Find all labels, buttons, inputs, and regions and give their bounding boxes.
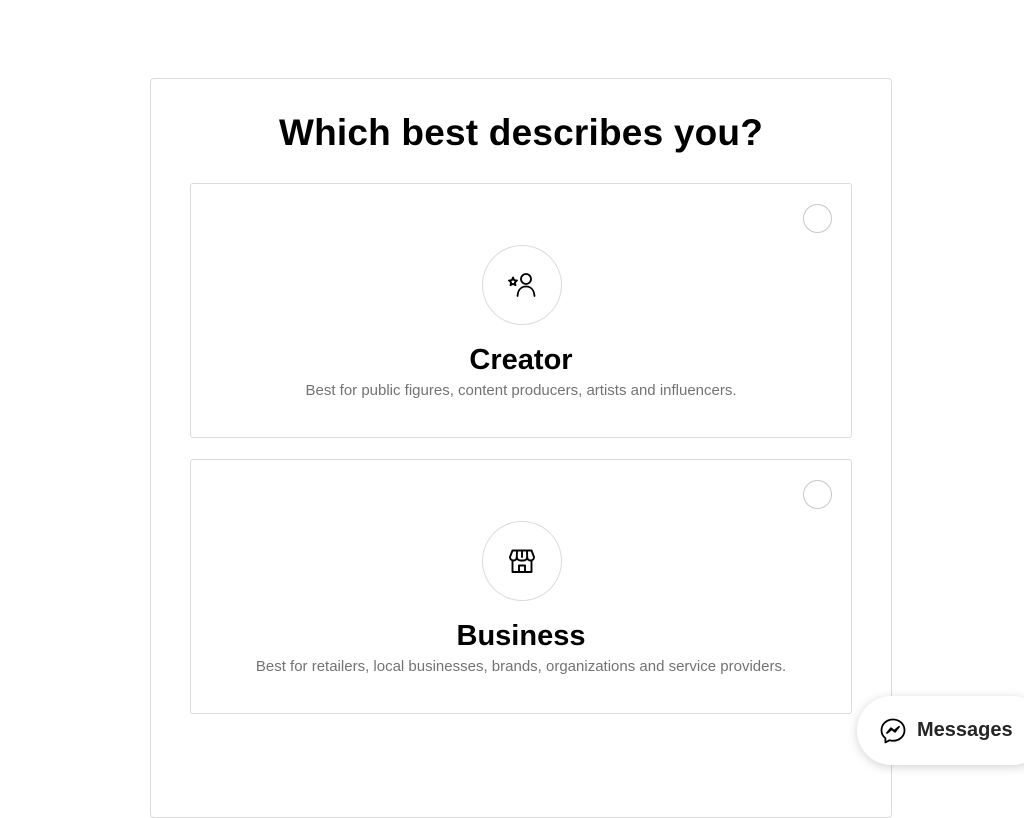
messenger-icon — [879, 717, 907, 745]
business-icon-circle — [482, 521, 562, 601]
option-card-business[interactable]: Business Best for retailers, local busin… — [190, 459, 852, 714]
creator-radio-button[interactable] — [803, 204, 832, 233]
creator-icon-circle — [482, 245, 562, 325]
creator-title: Creator — [191, 344, 851, 377]
business-description: Best for retailers, local businesses, br… — [191, 658, 851, 675]
option-card-creator[interactable]: Creator Best for public figures, content… — [190, 183, 852, 438]
messages-label: Messages — [917, 719, 1013, 742]
storefront-icon — [506, 545, 538, 577]
star-person-icon — [505, 268, 539, 302]
page-title: Which best describes you? — [150, 112, 892, 154]
business-radio-button[interactable] — [803, 480, 832, 509]
messages-button[interactable]: Messages — [857, 696, 1024, 765]
business-title: Business — [191, 620, 851, 653]
creator-description: Best for public figures, content produce… — [191, 382, 851, 399]
